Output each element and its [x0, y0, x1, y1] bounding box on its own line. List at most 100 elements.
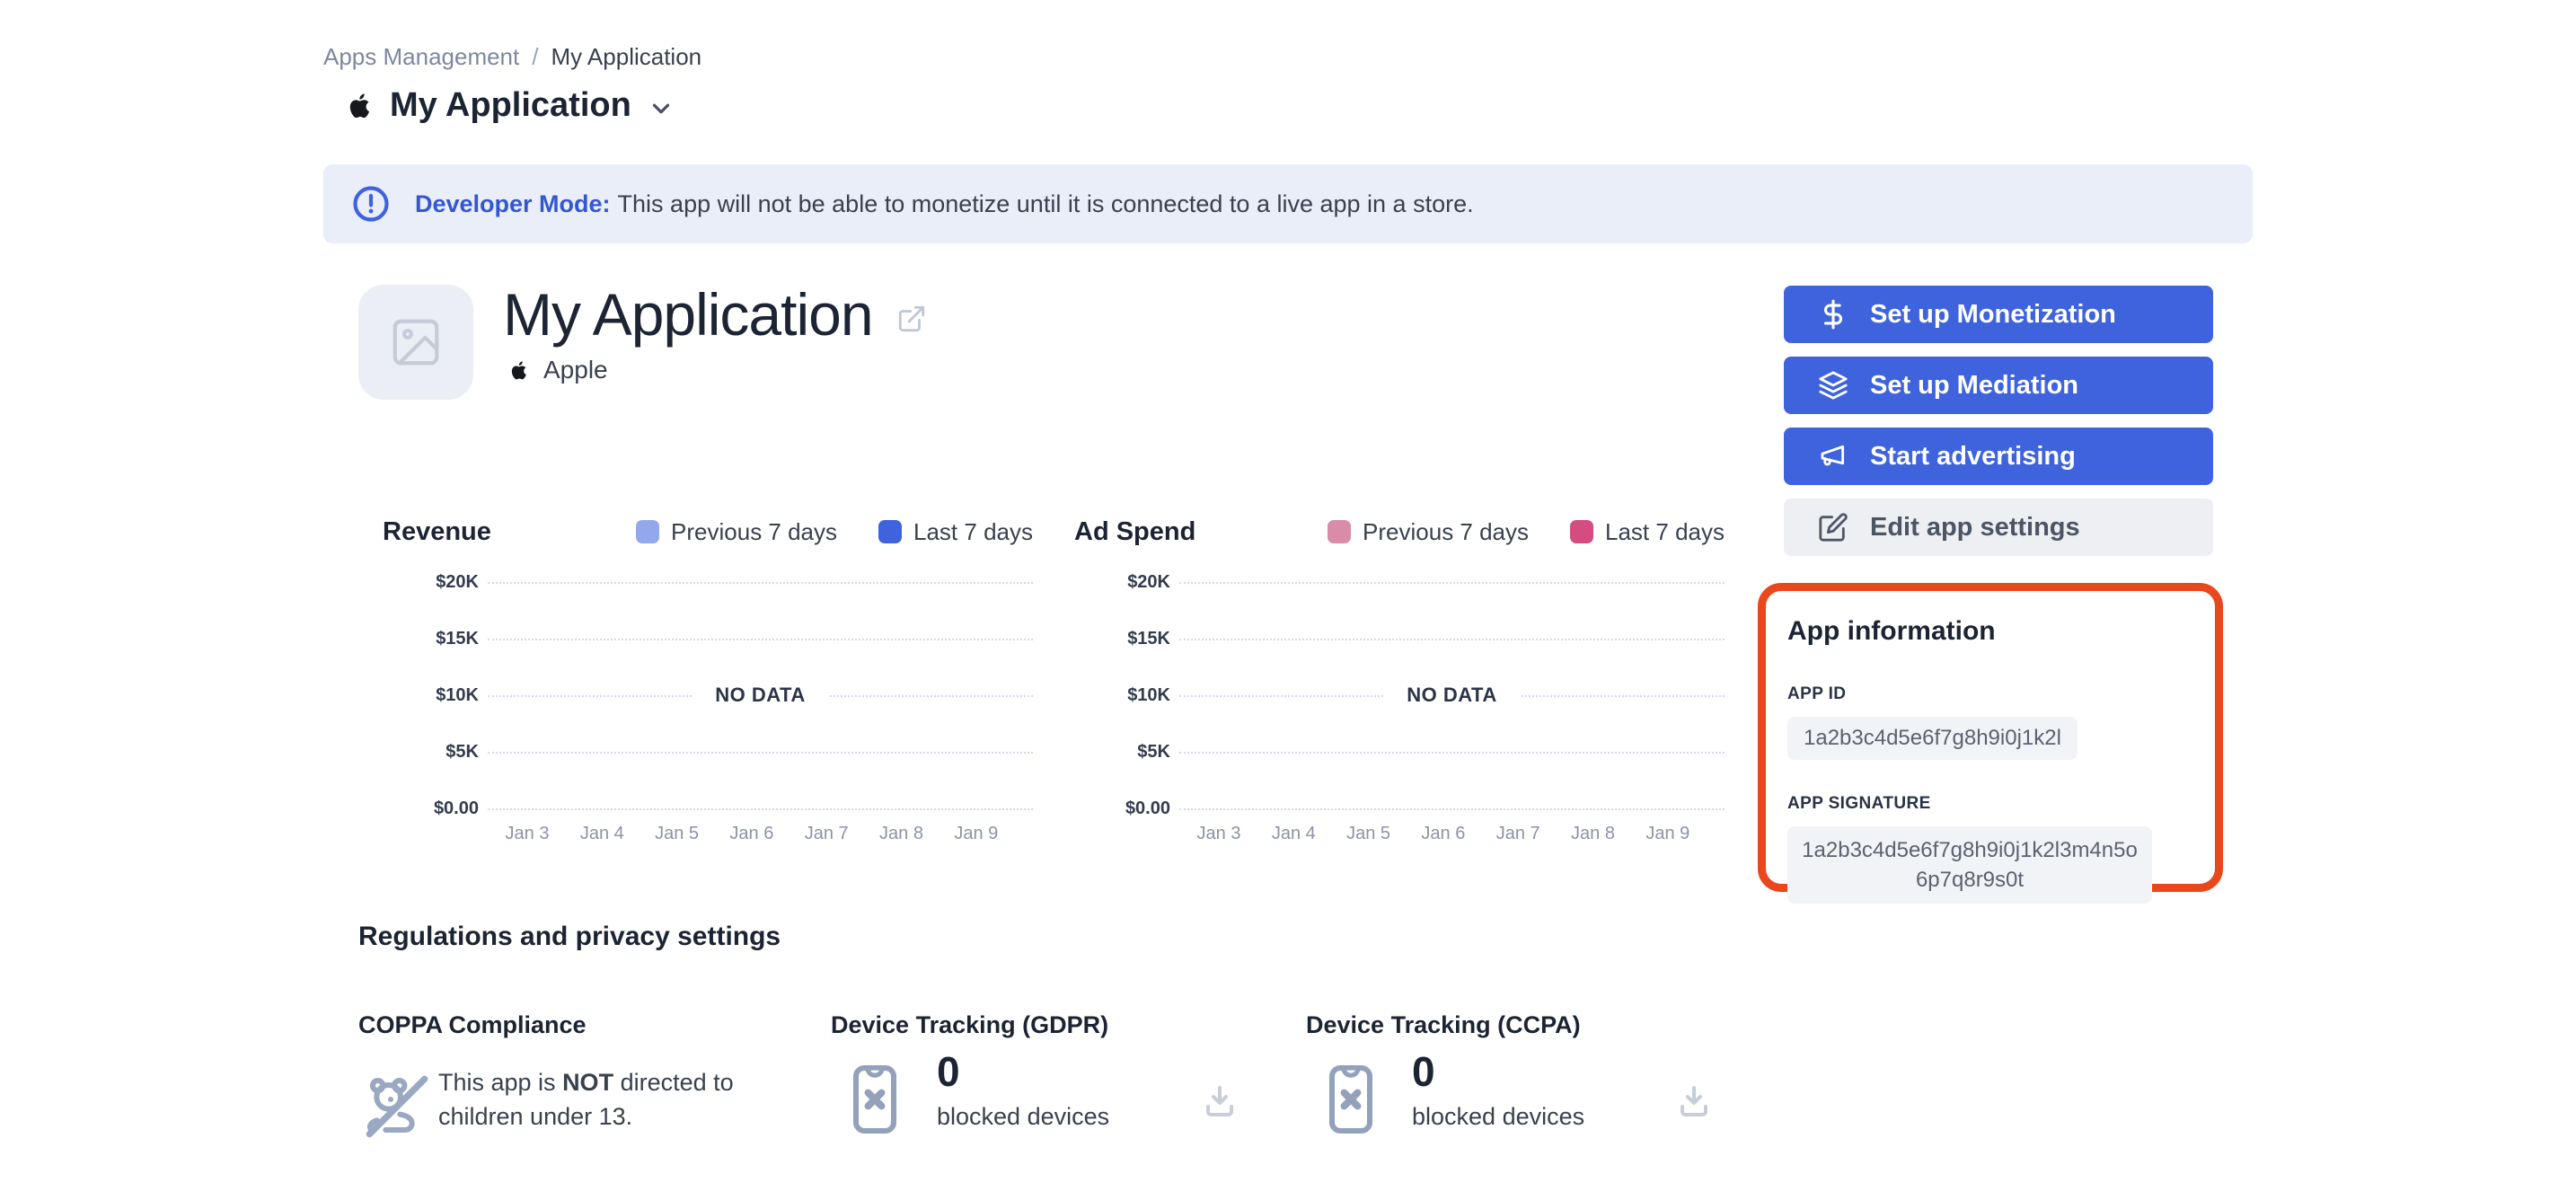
y-axis-tick: $20K [436, 572, 479, 592]
app-id-label: APP ID [1787, 684, 1847, 703]
banner-title: Developer Mode: [415, 190, 611, 217]
ccpa-blocked-count: 0 [1412, 1048, 1435, 1095]
platform-label: Apple [543, 356, 608, 384]
edit-app-settings-button[interactable]: Edit app settings [1784, 499, 2213, 556]
platform-row: Apple [507, 356, 608, 384]
app-switcher-dropdown[interactable]: My Application [343, 86, 675, 125]
chevron-down-icon[interactable] [648, 95, 675, 122]
coppa-no-children-icon [366, 1075, 428, 1138]
legend-item: Previous 7 days [1328, 518, 1529, 546]
legend-item: Previous 7 days [636, 518, 837, 546]
legend-swatch [878, 520, 903, 543]
app-id-value: 1a2b3c4d5e6f7g8h9i0j1k2l [1787, 717, 2078, 760]
setup-mediation-button[interactable]: Set up Mediation [1784, 357, 2213, 414]
download-icon[interactable] [1672, 1080, 1716, 1123]
y-axis-tick: $15K [1127, 629, 1170, 649]
y-axis-tick: $5K [446, 742, 479, 762]
legend-swatch [1570, 520, 1594, 543]
legend-label: Previous 7 days [671, 517, 838, 545]
revenue-chart: Revenue Previous 7 days Last 7 days $20K $… [383, 512, 1033, 849]
x-axis-tick: Jan 6 [1421, 824, 1466, 843]
legend-item: Last 7 days [878, 518, 1033, 546]
breadcrumb-current: My Application [551, 43, 702, 70]
x-axis: Jan 3 Jan 4 Jan 5 Jan 6 Jan 7 Jan 8 Jan 9 [1179, 824, 1725, 849]
start-advertising-button[interactable]: Start advertising [1784, 428, 2213, 485]
y-axis: $20K $15K $10K $5K $0.00 [1074, 570, 1179, 820]
coppa-text-bold: NOT [562, 1069, 614, 1096]
coppa-text-prefix: This app is [438, 1069, 563, 1096]
app-signature-value: 1a2b3c4d5e6f7g8h9i0j1k2l3m4n5o6p7q8r9s0t [1787, 826, 2152, 904]
x-axis-tick: Jan 5 [655, 824, 700, 843]
apple-icon [511, 360, 526, 379]
blocked-phone-icon [1328, 1064, 1373, 1134]
page-title: My Application [390, 86, 631, 124]
button-label: Edit app settings [1870, 512, 2080, 542]
coppa-description: This app is NOT directed to children und… [438, 1065, 754, 1134]
blocked-phone-icon [852, 1064, 897, 1134]
x-axis-tick: Jan 8 [1571, 824, 1615, 843]
chart-header: Ad Spend Previous 7 days Last 7 days [1074, 512, 1725, 551]
plot-area: NO DATA [1179, 570, 1725, 820]
x-axis-tick: Jan 8 [879, 824, 923, 843]
gdpr-blocked-label: blocked devices [937, 1103, 1110, 1130]
y-axis-tick: $20K [1127, 572, 1170, 592]
regulations-section-title: Regulations and privacy settings [358, 922, 781, 951]
ccpa-blocked-label: blocked devices [1412, 1103, 1585, 1130]
breadcrumb: Apps Management / My Application [323, 43, 701, 71]
chart-legend: Previous 7 days Last 7 days [595, 518, 1033, 546]
gridline [1179, 752, 1725, 754]
chart-title: Ad Spend [1074, 516, 1196, 546]
app-information-panel: App information APP ID 1a2b3c4d5e6f7g8h9… [1758, 583, 2223, 904]
apple-icon [349, 93, 370, 118]
button-label: Start advertising [1870, 441, 2076, 471]
alert-info-icon [353, 186, 389, 222]
setup-monetization-button[interactable]: Set up Monetization [1784, 286, 2213, 343]
banner-text: Developer Mode: This app will not be able… [415, 190, 1474, 218]
y-axis-tick: $0.00 [1125, 799, 1170, 818]
x-axis-tick: Jan 4 [1271, 824, 1316, 843]
external-link-icon[interactable] [896, 304, 927, 334]
chart-header: Revenue Previous 7 days Last 7 days [383, 512, 1033, 551]
no-data-label: NO DATA [1383, 684, 1521, 707]
layers-icon [1819, 371, 1848, 400]
breadcrumb-separator: / [532, 43, 539, 70]
y-axis-tick: $0.00 [433, 799, 479, 818]
legend-item: Last 7 days [1570, 518, 1725, 546]
button-label: Set up Mediation [1870, 370, 2078, 400]
y-axis-tick: $10K [1127, 685, 1170, 705]
app-detail-page: Apps Management / My Application My Appl… [0, 0, 2576, 1200]
chart-title: Revenue [383, 516, 491, 546]
button-label: Set up Monetization [1870, 299, 2116, 329]
x-axis-tick: Jan 6 [729, 824, 774, 843]
x-axis-tick: Jan 7 [804, 824, 849, 843]
gridline [488, 752, 1033, 754]
gridline [1179, 582, 1725, 584]
chart-area: $20K $15K $10K $5K $0.00 NO DATA [1074, 570, 1725, 820]
chart-area: $20K $15K $10K $5K $0.00 NO DATA [383, 570, 1033, 820]
image-placeholder-icon [393, 319, 439, 366]
gridline [1179, 639, 1725, 640]
y-axis-tick: $10K [436, 685, 479, 705]
dollar-icon [1823, 299, 1842, 330]
developer-mode-banner: Developer Mode: This app will not be able… [323, 164, 2253, 243]
app-title-row: My Application [503, 280, 927, 349]
no-data-label: NO DATA [692, 684, 829, 707]
gdpr-title: Device Tracking (GDPR) [831, 1011, 1109, 1038]
x-axis-tick: Jan 9 [1645, 824, 1690, 843]
legend-swatch [1328, 520, 1352, 543]
edit-icon [1819, 513, 1848, 542]
legend-label: Previous 7 days [1363, 517, 1530, 545]
coppa-title: COPPA Compliance [358, 1011, 587, 1038]
download-icon[interactable] [1198, 1080, 1241, 1123]
gridline [488, 808, 1033, 810]
app-name: My Application [503, 281, 874, 348]
breadcrumb-apps-management[interactable]: Apps Management [323, 43, 519, 71]
y-axis: $20K $15K $10K $5K $0.00 [383, 570, 488, 820]
plot-area: NO DATA [488, 570, 1033, 820]
gridline [1179, 808, 1725, 810]
x-axis-tick: Jan 3 [505, 824, 550, 843]
x-axis-tick: Jan 4 [579, 824, 624, 843]
x-axis-tick: Jan 3 [1196, 824, 1241, 843]
chart-legend: Previous 7 days Last 7 days [1286, 518, 1725, 546]
y-axis-tick: $15K [436, 629, 479, 649]
